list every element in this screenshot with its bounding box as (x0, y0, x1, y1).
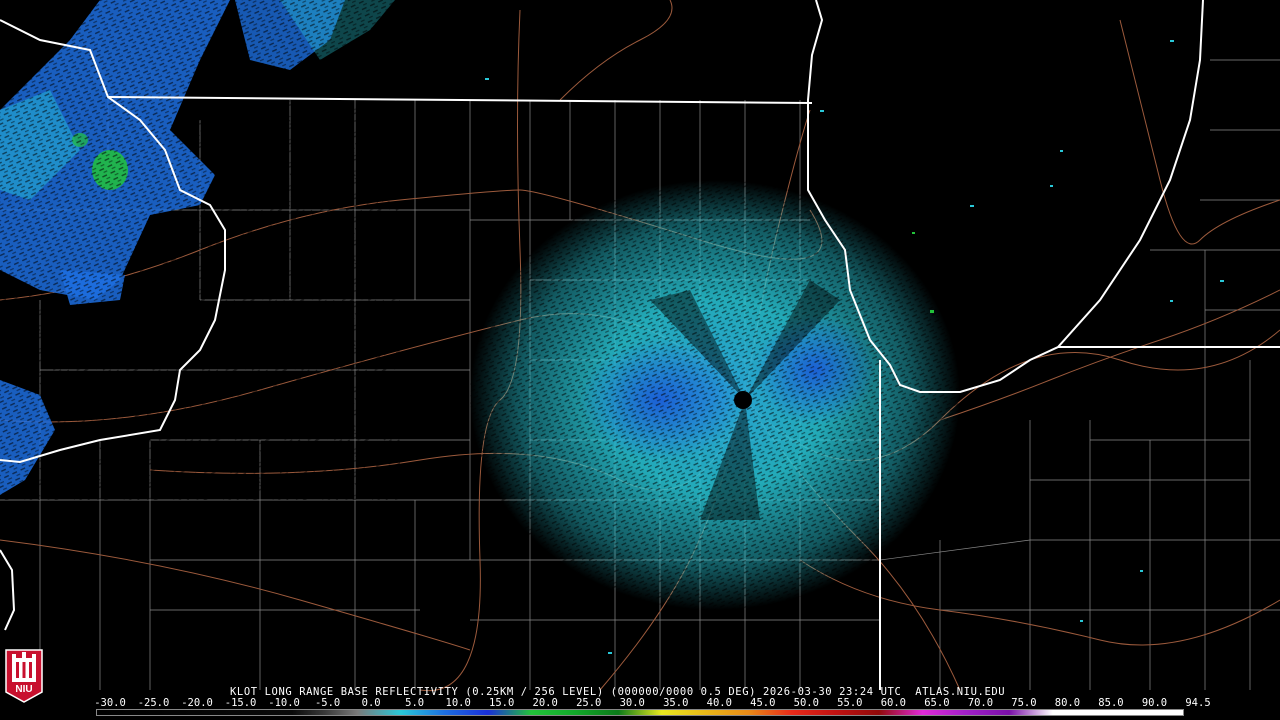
scale-tick-label: 45.0 (750, 697, 776, 709)
scale-tick-label: -10.0 (268, 697, 300, 709)
radar-echo-main (470, 180, 960, 610)
scale-tick-label: -20.0 (181, 697, 213, 709)
scale-tick-label: 40.0 (706, 697, 732, 709)
niu-logo: NIU (5, 649, 43, 703)
scale-tick-label: 0.0 (361, 697, 381, 709)
scale-tick-label: 65.0 (924, 697, 950, 709)
scale-tick-label: 10.0 (445, 697, 471, 709)
scale-tick-label: 20.0 (532, 697, 558, 709)
reflectivity-color-scale (96, 709, 1184, 716)
scale-tick-label: -25.0 (137, 697, 170, 709)
scale-tick-label: 25.0 (576, 697, 602, 709)
scale-tick-label: 90.0 (1141, 697, 1168, 709)
scale-tick-label: 80.0 (1054, 697, 1081, 709)
scale-tick-label: 60.0 (880, 697, 907, 709)
scale-ticks: -30.0 -25.0 -20.0 -15.0 -10.0 -5.0 0.0 5.0 10.0 1… (94, 697, 1210, 709)
scale-tick-label: 30.0 (619, 697, 645, 709)
scale-tick-label: -15.0 (224, 697, 257, 709)
logo-text: NIU (15, 684, 32, 695)
scale-tick-label: 70.0 (967, 697, 994, 709)
scale-tick-label: 35.0 (663, 697, 689, 709)
scale-tick-label: 85.0 (1098, 697, 1124, 709)
scale-tick-label: -30.0 (94, 697, 126, 709)
scale-tick-label: 94.5 (1185, 697, 1211, 709)
scale-tick-label: 50.0 (793, 697, 819, 709)
scale-tick-label: 15.0 (489, 697, 515, 709)
scale-tick-label: -5.0 (314, 697, 341, 709)
radar-map (0, 0, 1280, 692)
scale-tick-label: 55.0 (837, 697, 863, 709)
scale-tick-label: 5.0 (405, 697, 425, 709)
scale-tick-label: 75.0 (1011, 697, 1037, 709)
radar-echo-northwest (0, 0, 400, 500)
